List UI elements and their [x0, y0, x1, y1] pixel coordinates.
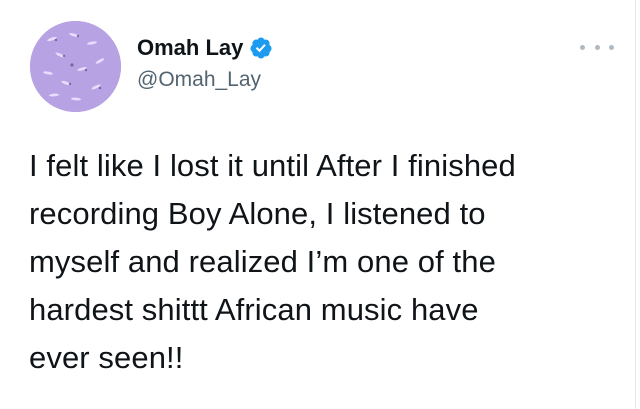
more-dot: [594, 44, 600, 50]
tweet-line: I felt like I lost it until After I fini…: [29, 148, 516, 183]
divider: [635, 0, 636, 409]
tweet-line: hardest shittt African music have: [29, 292, 479, 327]
more-dot: [609, 44, 614, 50]
tweet-line: myself and realized I’m one of the: [29, 244, 496, 279]
tweet-line: recording Boy Alone, I listened to: [29, 196, 486, 231]
author-handle[interactable]: @Omah_Lay: [137, 68, 273, 92]
tweet-card: Omah Lay @Omah_Lay I felt like I lost it…: [0, 0, 640, 409]
author-name-row: Omah Lay: [137, 34, 273, 62]
verified-badge-icon: [249, 36, 273, 60]
author-info[interactable]: Omah Lay @Omah_Lay: [137, 34, 273, 92]
avatar-image: [30, 21, 121, 112]
more-dot: [580, 44, 585, 50]
more-options-icon[interactable]: [580, 38, 614, 56]
tweet-text: I felt like I lost it until After I fini…: [29, 142, 629, 382]
author-display-name[interactable]: Omah Lay: [137, 35, 243, 61]
tweet-line: ever seen!!: [29, 340, 184, 375]
avatar[interactable]: [30, 21, 121, 112]
